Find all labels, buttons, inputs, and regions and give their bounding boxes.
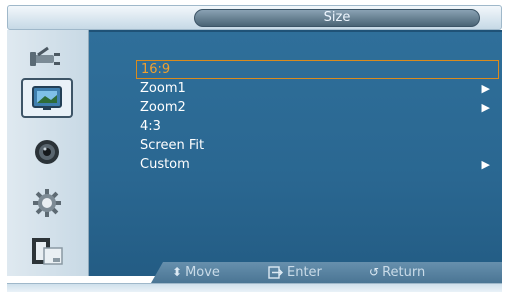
sidebar-item-multi-control[interactable] <box>23 235 71 269</box>
guide-enter-label: Enter <box>287 265 322 280</box>
menu-item-label: Custom <box>140 157 190 172</box>
category-sidebar <box>7 30 89 276</box>
options-panel: 16:9 Zoom1 ▶ Zoom2 ▶ 4:3 Screen Fit Cust… <box>89 30 502 276</box>
page-title: Size <box>194 9 480 27</box>
sound-speaker-icon <box>35 140 59 164</box>
menu-item-label: Zoom1 <box>140 81 186 96</box>
title-bar: Size <box>7 5 502 30</box>
enter-icon <box>268 266 283 279</box>
return-icon: ↺ <box>369 265 380 279</box>
menu-item-label: Screen Fit <box>140 138 205 153</box>
menu-item-zoom2[interactable]: Zoom2 ▶ <box>136 98 502 117</box>
submenu-arrow-icon: ▶ <box>481 101 490 114</box>
guide-enter: Enter <box>268 262 322 283</box>
guide-move: ⬍ Move <box>172 262 220 283</box>
menu-item-label: Zoom2 <box>140 100 186 115</box>
sidebar-item-sound[interactable] <box>23 135 71 169</box>
guide-return-label: Return <box>382 265 426 280</box>
menu-item-16-9[interactable]: 16:9 <box>136 60 499 79</box>
setup-gear-icon <box>33 189 61 217</box>
menu-item-zoom1[interactable]: Zoom1 ▶ <box>136 79 502 98</box>
guide-move-label: Move <box>185 265 220 280</box>
picture-icon <box>32 86 62 110</box>
bottom-frame <box>7 283 502 292</box>
input-plug-icon <box>30 46 60 66</box>
button-guide-bar: ⬍ Move Enter ↺ Return <box>151 262 502 283</box>
osd-menu: Size 16:9 Zoom1 ▶ Zoom2 ▶ 4:3 Screen Fit… <box>0 0 507 296</box>
sidebar-item-input[interactable] <box>23 42 71 76</box>
move-arrows-icon: ⬍ <box>172 265 183 279</box>
menu-item-4-3[interactable]: 4:3 <box>136 117 502 136</box>
multi-control-icon <box>32 238 63 265</box>
menu-item-label: 4:3 <box>140 119 161 134</box>
size-option-list: 16:9 Zoom1 ▶ Zoom2 ▶ 4:3 Screen Fit Cust… <box>136 60 502 174</box>
sidebar-item-picture[interactable] <box>21 78 73 118</box>
menu-item-custom[interactable]: Custom ▶ <box>136 155 502 174</box>
submenu-arrow-icon: ▶ <box>481 82 490 95</box>
menu-item-screen-fit[interactable]: Screen Fit <box>136 136 502 155</box>
menu-item-label: 16:9 <box>141 62 171 77</box>
submenu-arrow-icon: ▶ <box>481 158 490 171</box>
guide-return: ↺ Return <box>369 262 425 283</box>
sidebar-item-setup[interactable] <box>23 186 71 220</box>
